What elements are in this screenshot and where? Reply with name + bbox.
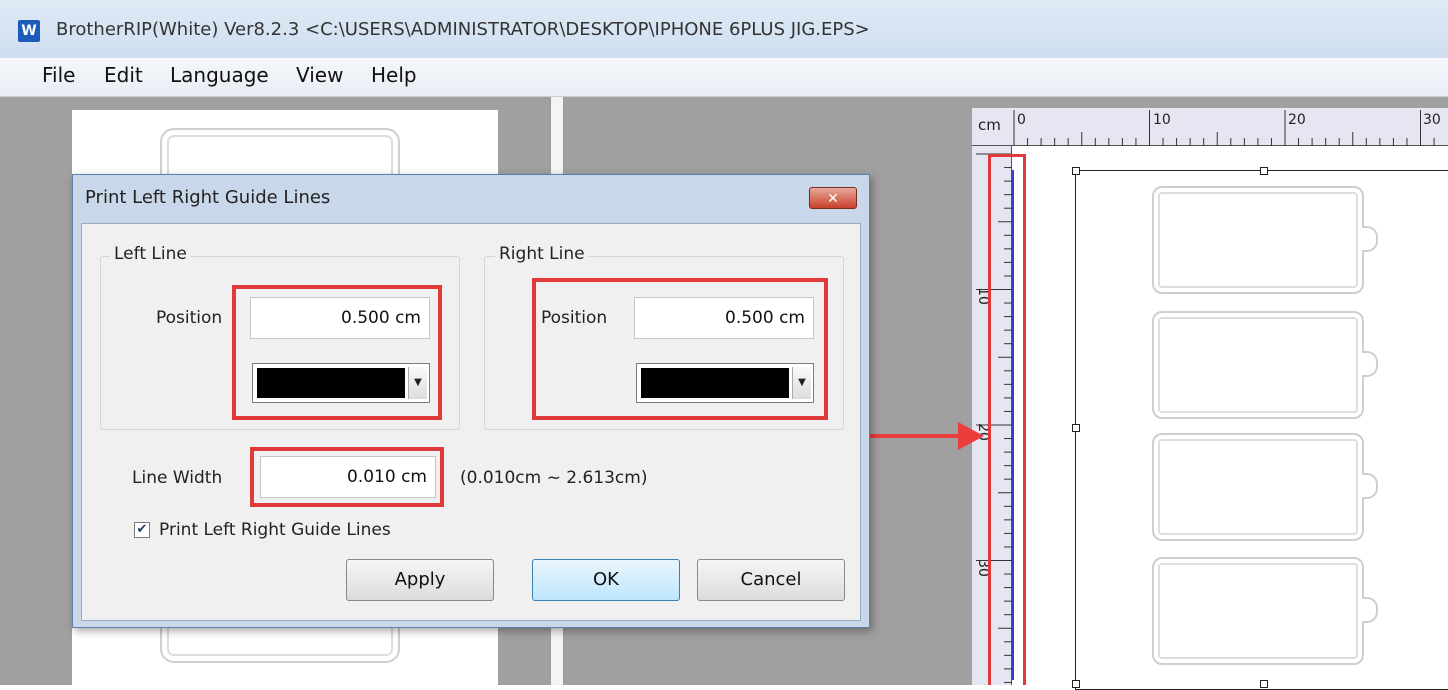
jig-slot-2 — [1152, 311, 1364, 419]
selection-handle-bl[interactable] — [1072, 680, 1080, 688]
menu-view[interactable]: View — [296, 63, 343, 87]
menu-language[interactable]: Language — [170, 63, 269, 87]
left-position-label: Position — [156, 308, 223, 328]
close-icon: ✕ — [827, 191, 839, 207]
apply-button[interactable]: Apply — [346, 559, 494, 601]
selection-handle-ml[interactable] — [1072, 424, 1080, 432]
ok-button[interactable]: OK — [532, 559, 680, 601]
selection-handle-tc[interactable] — [1260, 167, 1268, 175]
close-button[interactable]: ✕ — [809, 187, 857, 209]
menu-bar: File Edit Language View Help — [0, 58, 1448, 97]
right-line-group-label: Right Line — [495, 244, 589, 264]
top-ruler — [972, 108, 1448, 146]
line-width-label: Line Width — [132, 468, 223, 488]
menu-help[interactable]: Help — [371, 63, 417, 87]
top-ruler-ticks — [1013, 110, 1435, 146]
annotation-arrow-head — [958, 422, 984, 450]
cancel-button[interactable]: Cancel — [697, 559, 845, 601]
jig-slot-4 — [1152, 557, 1364, 665]
jig-slot-1 — [1152, 186, 1364, 294]
ruler-unit-label: cm — [978, 116, 1001, 134]
print-guide-lines-checkbox[interactable]: ✔ — [134, 522, 150, 538]
dialog-body: Left Line Position 0.500 cm ▼ Right Line… — [81, 223, 861, 621]
selection-handle-tl[interactable] — [1072, 167, 1080, 175]
checkmark-icon: ✔ — [136, 522, 148, 537]
left-line-group-label: Left Line — [110, 244, 191, 264]
guide-line-highlight — [988, 154, 1026, 685]
title-bar: W BrotherRIP(White) Ver8.2.3 <C:\USERS\A… — [0, 0, 1448, 58]
top-ruler-label-10: 10 — [1153, 112, 1171, 128]
window-title: BrotherRIP(White) Ver8.2.3 <C:\USERS\ADM… — [56, 19, 870, 40]
top-ruler-label-20: 20 — [1288, 112, 1306, 128]
menu-file[interactable]: File — [42, 63, 75, 87]
jig-slot-3 — [1152, 433, 1364, 541]
top-ruler-label-0: 0 — [1017, 112, 1026, 128]
dialog-title: Print Left Right Guide Lines — [85, 187, 331, 208]
top-ruler-label-30: 30 — [1423, 112, 1441, 128]
right-line-highlight — [532, 278, 828, 420]
app-icon: W — [18, 20, 40, 42]
left-line-highlight — [232, 285, 442, 420]
print-guide-lines-label[interactable]: Print Left Right Guide Lines — [159, 520, 391, 540]
annotation-arrow — [870, 434, 962, 438]
selection-handle-bc[interactable] — [1260, 680, 1268, 688]
line-width-range: (0.010cm ~ 2.613cm) — [460, 468, 648, 488]
line-width-highlight — [250, 447, 444, 507]
menu-edit[interactable]: Edit — [104, 63, 143, 87]
guide-lines-dialog: Print Left Right Guide Lines ✕ Left Line… — [72, 174, 870, 628]
